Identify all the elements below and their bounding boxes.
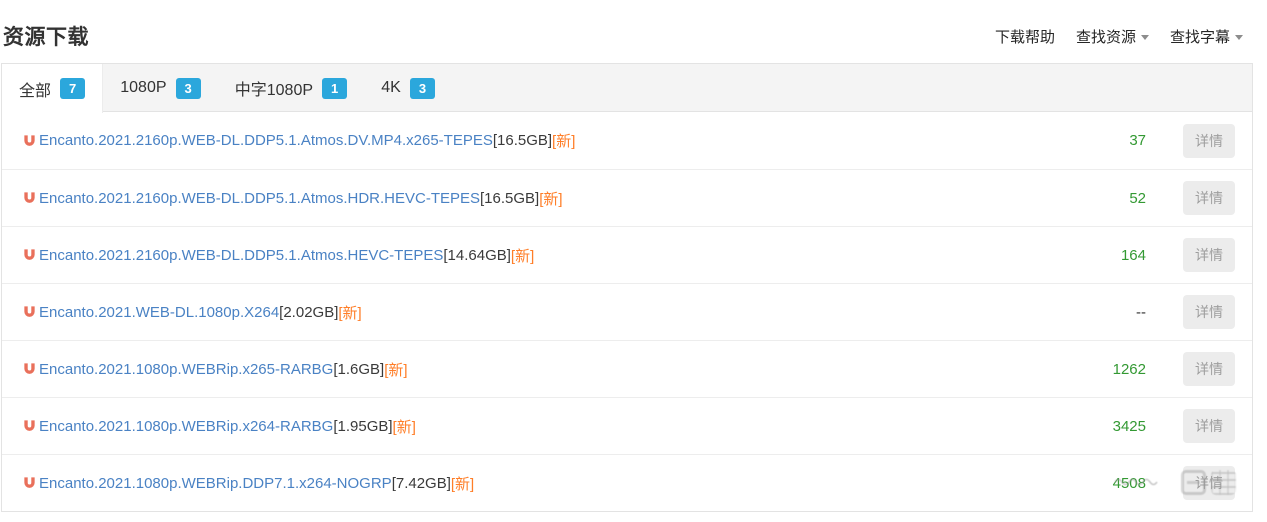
magnet-icon bbox=[23, 305, 36, 319]
seed-count: 164 bbox=[1066, 247, 1146, 264]
resource-link[interactable]: Encanto.2021.2160p.WEB-DL.DDP5.1.Atmos.D… bbox=[39, 132, 493, 149]
resource-size: [14.64GB] bbox=[443, 247, 511, 264]
header-link-label: 查找字幕 bbox=[1170, 26, 1230, 47]
seed-count: 4508 bbox=[1066, 475, 1146, 492]
new-tag: [新] bbox=[384, 359, 407, 380]
filter-tab[interactable]: 全部 7 bbox=[2, 64, 103, 113]
magnet-icon bbox=[23, 419, 36, 433]
detail-button[interactable]: 详情 bbox=[1183, 181, 1235, 215]
detail-button[interactable]: 详情 bbox=[1183, 124, 1235, 158]
resource-link[interactable]: Encanto.2021.WEB-DL.1080p.X264 bbox=[39, 304, 279, 321]
header-link-label: 下载帮助 bbox=[995, 26, 1055, 47]
resource-size: [1.95GB] bbox=[333, 418, 392, 435]
resource-row-left: Encanto.2021.1080p.WEBRip.x264-RARBG [1.… bbox=[23, 416, 1066, 437]
tab-label: 全部 bbox=[19, 77, 51, 101]
resource-list: Encanto.2021.2160p.WEB-DL.DDP5.1.Atmos.D… bbox=[2, 112, 1252, 511]
resource-link[interactable]: Encanto.2021.1080p.WEBRip.x265-RARBG bbox=[39, 361, 333, 378]
resource-row-left: Encanto.2021.1080p.WEBRip.x265-RARBG [1.… bbox=[23, 359, 1066, 380]
seed-count: -- bbox=[1066, 304, 1146, 321]
magnet-icon bbox=[23, 191, 36, 205]
new-tag: [新] bbox=[338, 302, 361, 323]
resource-link[interactable]: Encanto.2021.1080p.WEBRip.DDP7.1.x264-NO… bbox=[39, 475, 392, 492]
resource-link[interactable]: Encanto.2021.2160p.WEB-DL.DDP5.1.Atmos.H… bbox=[39, 247, 443, 264]
resource-row-left: Encanto.2021.WEB-DL.1080p.X264 [2.02GB] … bbox=[23, 302, 1066, 323]
resource-panel: 全部 7 1080P 3 中字1080P 1 4K 3 bbox=[1, 63, 1253, 512]
resource-link[interactable]: Encanto.2021.2160p.WEB-DL.DDP5.1.Atmos.H… bbox=[39, 190, 480, 207]
new-tag: [新] bbox=[511, 245, 534, 266]
detail-button[interactable]: 详情 bbox=[1183, 409, 1235, 443]
header-link[interactable]: 查找资源 bbox=[1076, 26, 1149, 47]
resource-row: Encanto.2021.1080p.WEBRip.DDP7.1.x264-NO… bbox=[2, 454, 1252, 511]
header-links: 下载帮助 查找资源 查找字幕 bbox=[995, 26, 1243, 47]
header-link[interactable]: 查找字幕 bbox=[1170, 26, 1243, 47]
resource-row-left: Encanto.2021.1080p.WEBRip.DDP7.1.x264-NO… bbox=[23, 473, 1066, 494]
resource-row-left: Encanto.2021.2160p.WEB-DL.DDP5.1.Atmos.H… bbox=[23, 188, 1066, 209]
detail-button[interactable]: 详情 bbox=[1183, 466, 1235, 500]
tab-count-badge: 3 bbox=[176, 78, 201, 99]
resource-size: [16.5GB] bbox=[480, 190, 539, 207]
filter-tab[interactable]: 4K 3 bbox=[364, 64, 452, 112]
filter-tab[interactable]: 1080P 3 bbox=[103, 64, 218, 112]
detail-button[interactable]: 详情 bbox=[1183, 352, 1235, 386]
chevron-down-icon bbox=[1235, 35, 1243, 40]
tab-label: 1080P bbox=[120, 79, 166, 97]
magnet-icon bbox=[23, 134, 36, 148]
chevron-down-icon bbox=[1141, 35, 1149, 40]
resource-size: [7.42GB] bbox=[392, 475, 451, 492]
resource-size: [2.02GB] bbox=[279, 304, 338, 321]
filter-tab[interactable]: 中字1080P 1 bbox=[218, 64, 365, 112]
detail-button[interactable]: 详情 bbox=[1183, 238, 1235, 272]
header-link-label: 查找资源 bbox=[1076, 26, 1136, 47]
new-tag: [新] bbox=[451, 473, 474, 494]
resource-row-left: Encanto.2021.2160p.WEB-DL.DDP5.1.Atmos.D… bbox=[23, 130, 1066, 151]
resource-row: Encanto.2021.1080p.WEBRip.x265-RARBG [1.… bbox=[2, 340, 1252, 397]
resource-link[interactable]: Encanto.2021.1080p.WEBRip.x264-RARBG bbox=[39, 418, 333, 435]
detail-button[interactable]: 详情 bbox=[1183, 295, 1235, 329]
new-tag: [新] bbox=[393, 416, 416, 437]
tab-label: 4K bbox=[381, 79, 401, 97]
header-link[interactable]: 下载帮助 bbox=[995, 26, 1055, 47]
tab-count-badge: 7 bbox=[60, 78, 85, 99]
resource-download-page: 资源下载 下载帮助 查找资源 查找字幕 bbox=[0, 0, 1267, 522]
new-tag: [新] bbox=[539, 188, 562, 209]
tab-count-badge: 3 bbox=[410, 78, 435, 99]
seed-count: 52 bbox=[1066, 190, 1146, 207]
resource-row: Encanto.2021.1080p.WEBRip.x264-RARBG [1.… bbox=[2, 397, 1252, 454]
magnet-icon bbox=[23, 248, 36, 262]
seed-count: 37 bbox=[1066, 132, 1146, 149]
new-tag: [新] bbox=[552, 130, 575, 151]
resource-row: Encanto.2021.2160p.WEB-DL.DDP5.1.Atmos.H… bbox=[2, 169, 1252, 226]
page-header: 资源下载 下载帮助 查找资源 查找字幕 bbox=[0, 0, 1267, 60]
resource-size: [1.6GB] bbox=[333, 361, 384, 378]
seed-count: 3425 bbox=[1066, 418, 1146, 435]
seed-count: 1262 bbox=[1066, 361, 1146, 378]
resource-size: [16.5GB] bbox=[493, 132, 552, 149]
tab-count-badge: 1 bbox=[322, 78, 347, 99]
tab-label: 中字1080P bbox=[235, 76, 313, 100]
resource-row: Encanto.2021.2160p.WEB-DL.DDP5.1.Atmos.H… bbox=[2, 226, 1252, 283]
page-title: 资源下载 bbox=[3, 21, 89, 51]
resource-row-left: Encanto.2021.2160p.WEB-DL.DDP5.1.Atmos.H… bbox=[23, 245, 1066, 266]
magnet-icon bbox=[23, 362, 36, 376]
resource-row: Encanto.2021.WEB-DL.1080p.X264 [2.02GB] … bbox=[2, 283, 1252, 340]
resource-row: Encanto.2021.2160p.WEB-DL.DDP5.1.Atmos.D… bbox=[2, 112, 1252, 169]
magnet-icon bbox=[23, 476, 36, 490]
tab-bar: 全部 7 1080P 3 中字1080P 1 4K 3 bbox=[2, 64, 1252, 112]
